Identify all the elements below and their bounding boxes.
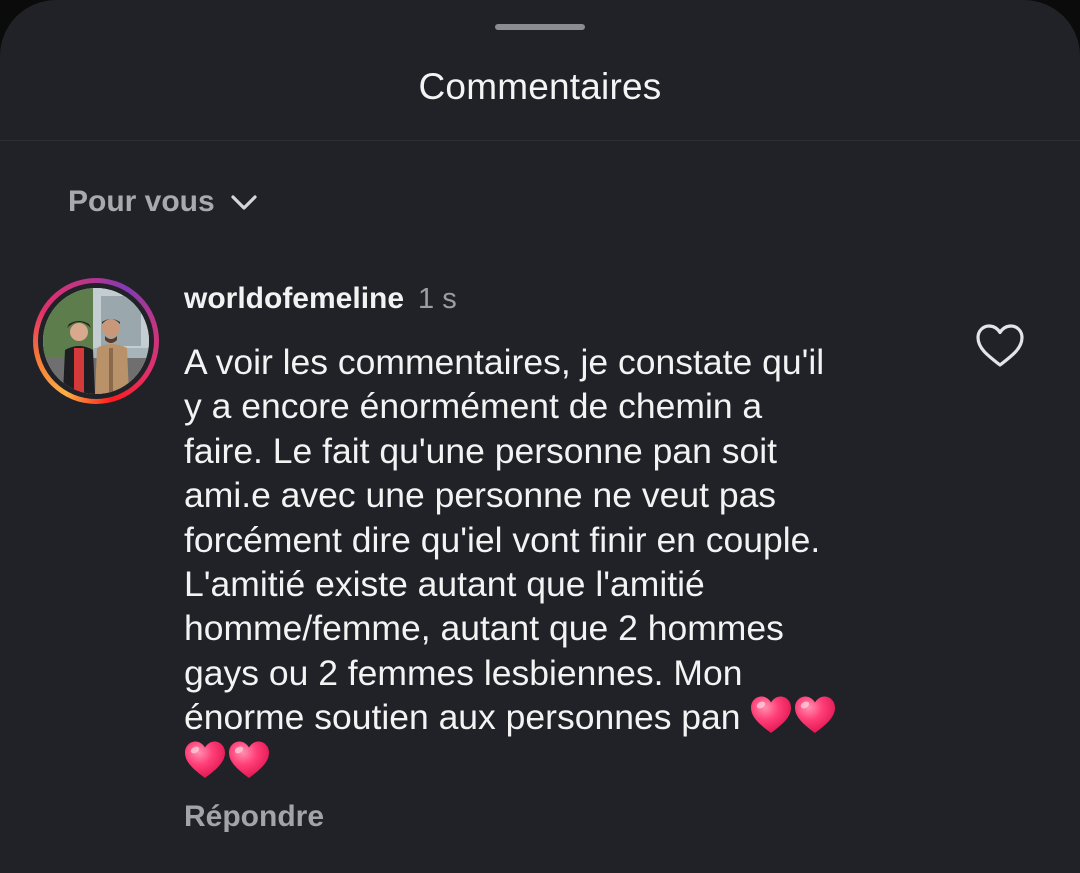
comment-line: A voir les commentaires, je constate qu'…: [184, 342, 825, 382]
drag-handle[interactable]: [495, 24, 585, 30]
comment-line: énorme soutien aux personnes pan: [184, 697, 751, 738]
comment-line-with-emoji: énorme soutien aux personnes pan: [184, 695, 944, 739]
heart-emoji-icon: [794, 695, 836, 735]
avatar[interactable]: [33, 278, 159, 404]
comment-line: faire. Le fait qu'une personne pan soit: [184, 430, 777, 471]
heart-outline-icon[interactable]: [975, 322, 1025, 370]
heart-emoji-icon: [228, 740, 270, 780]
comment-meta: worldofemeline 1 s: [184, 282, 944, 326]
comment-filter-dropdown[interactable]: Pour vous: [68, 180, 259, 224]
filter-label: Pour vous: [68, 185, 215, 218]
comment-username[interactable]: worldofemeline: [184, 282, 404, 316]
comment-line: y a encore énormément de chemin a: [184, 386, 763, 427]
comment-line: gays ou 2 femmes lesbiennes. Mon: [184, 652, 743, 693]
comment-timestamp: 1 s: [418, 283, 457, 315]
comment-line: homme/femme, autant que 2 hommes: [184, 608, 784, 649]
chevron-down-icon: [231, 195, 257, 210]
reply-button[interactable]: Répondre: [184, 800, 324, 834]
heart-emoji-icon: [184, 740, 226, 780]
comment-line: ami.e avec une personne ne veut pas: [184, 475, 777, 516]
comment-text: A voir les commentaires, je constate qu'…: [184, 340, 944, 784]
sheet-title: Commentaires: [418, 66, 662, 107]
comment-emoji-line: [184, 740, 944, 784]
profile-photo: [43, 288, 149, 394]
comment-line: L'amitié existe autant que l'amitié: [184, 564, 705, 605]
heart-emoji-icon: [750, 695, 792, 735]
header-divider: [0, 140, 1080, 141]
comment-item: worldofemeline 1 s A voir les commentair…: [184, 282, 944, 834]
comments-sheet: Commentaires Pour vous worldofemeline 1 …: [0, 0, 1080, 873]
profile-photo-image: [43, 288, 149, 394]
comment-line: forcément dire qu'iel vont finir en coup…: [184, 519, 821, 560]
